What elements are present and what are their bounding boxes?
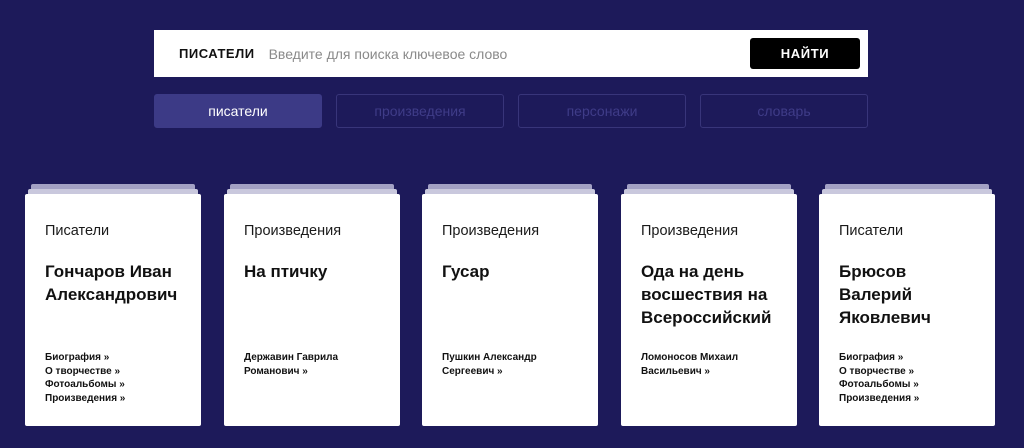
card-category: Произведения <box>442 223 540 239</box>
card-body[interactable]: Писатели Гончаров Иван Александрович Био… <box>25 194 201 426</box>
card-title[interactable]: Ода на день восшествия на Всероссийский <box>641 260 785 329</box>
card-title[interactable]: Брюсов Валерий Яковлевич <box>839 260 983 329</box>
tab-writers[interactable]: писатели <box>154 94 322 128</box>
tab-characters[interactable]: персонажи <box>518 94 686 128</box>
card-link-biography[interactable]: Биография » <box>45 351 191 365</box>
result-card: Писатели Гончаров Иван Александрович Био… <box>25 184 201 426</box>
card-link-author[interactable]: Пушкин Александр Сергеевич » <box>442 351 588 378</box>
card-links: Биография » О творчестве » Фотоальбомы »… <box>839 351 985 405</box>
card-link-works[interactable]: Произведения » <box>45 392 191 406</box>
card-link-photo-albums[interactable]: Фотоальбомы » <box>45 378 191 392</box>
card-body[interactable]: Писатели Брюсов Валерий Яковлевич Биогра… <box>819 194 995 426</box>
card-link-about-work[interactable]: О творчестве » <box>839 365 985 379</box>
card-category: Произведения <box>641 223 739 239</box>
card-link-works[interactable]: Произведения » <box>839 392 985 406</box>
card-links: Державин Гаврила Романович » <box>244 351 390 378</box>
card-body[interactable]: Произведения Ода на день восшествия на В… <box>621 194 797 426</box>
card-title[interactable]: Гончаров Иван Александрович <box>45 260 189 306</box>
result-card: Произведения Гусар Пушкин Александр Серг… <box>422 184 598 426</box>
card-body[interactable]: Произведения Гусар Пушкин Александр Серг… <box>422 194 598 426</box>
card-link-author[interactable]: Державин Гаврила Романович » <box>244 351 390 378</box>
card-link-about-work[interactable]: О творчестве » <box>45 365 191 379</box>
card-title[interactable]: На птичку <box>244 260 388 283</box>
card-links: Пушкин Александр Сергеевич » <box>442 351 588 378</box>
search-category-label: ПИСАТЕЛИ <box>179 46 255 61</box>
tab-dictionary[interactable]: словарь <box>700 94 868 128</box>
card-category: Писатели <box>839 223 904 239</box>
result-card: Писатели Брюсов Валерий Яковлевич Биогра… <box>819 184 995 426</box>
card-links: Биография » О творчестве » Фотоальбомы »… <box>45 351 191 405</box>
search-input[interactable] <box>268 38 729 69</box>
card-link-author[interactable]: Ломоносов Михаил Васильевич » <box>641 351 787 378</box>
search-bar: ПИСАТЕЛИ НАЙТИ <box>154 30 868 77</box>
result-card: Произведения На птичку Державин Гаврила … <box>224 184 400 426</box>
card-link-biography[interactable]: Биография » <box>839 351 985 365</box>
search-button[interactable]: НАЙТИ <box>750 38 860 69</box>
card-category: Писатели <box>45 223 110 239</box>
card-body[interactable]: Произведения На птичку Державин Гаврила … <box>224 194 400 426</box>
card-category: Произведения <box>244 223 342 239</box>
category-tabs: писатели произведения персонажи словарь <box>154 94 868 128</box>
card-title[interactable]: Гусар <box>442 260 586 283</box>
card-links: Ломоносов Михаил Васильевич » <box>641 351 787 378</box>
tab-works[interactable]: произведения <box>336 94 504 128</box>
result-card: Произведения Ода на день восшествия на В… <box>621 184 797 426</box>
card-link-photo-albums[interactable]: Фотоальбомы » <box>839 378 985 392</box>
